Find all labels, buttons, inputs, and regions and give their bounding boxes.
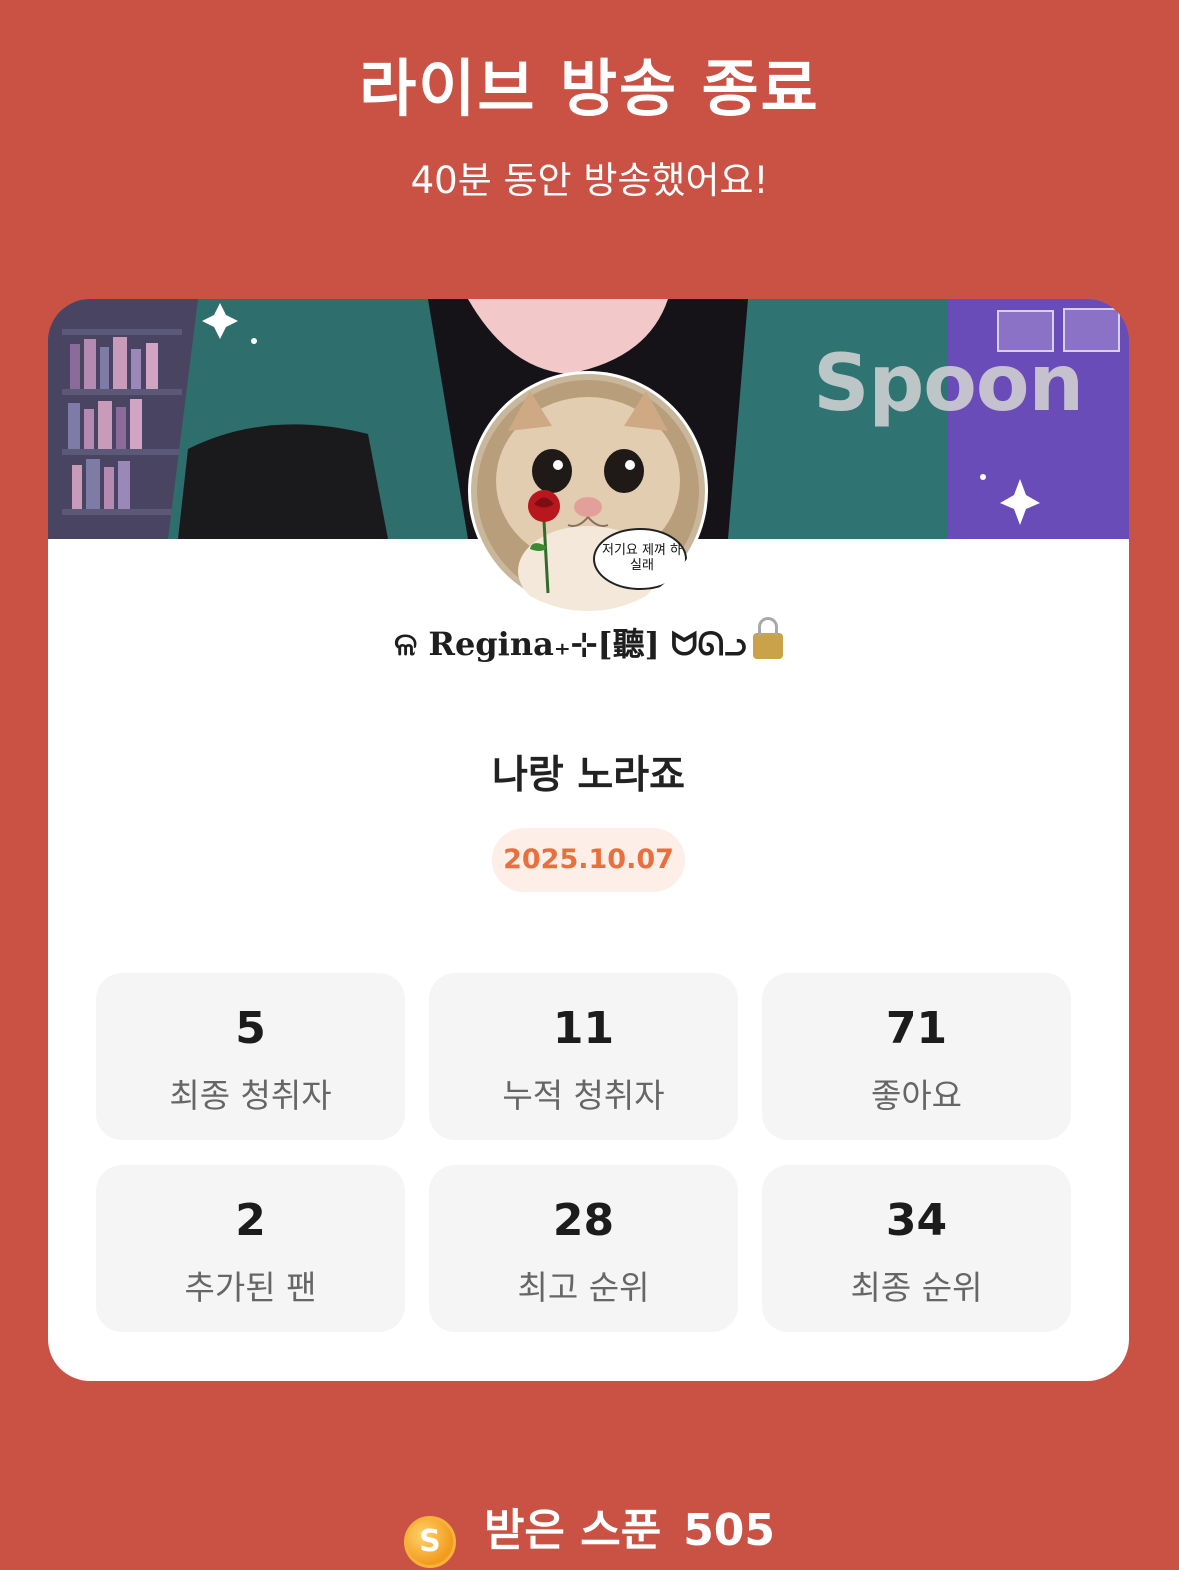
broadcast-title: 나랑 노라죠 <box>492 753 685 798</box>
avatar[interactable]: 저기요 제껴 하실래 <box>468 371 708 611</box>
received-spoons-label: 받은 스푼 <box>483 1505 662 1556</box>
avatar-speech-bubble-text: 저기요 제껴 하실래 <box>601 543 683 573</box>
stat-label: 최종 청취자 <box>169 1076 332 1115</box>
broadcast-summary-card: Spoon 저기요 제껴 하실래 ଳ Regina₊⊹[聽] ᗢᘏᓗ 나랑 노라… <box>48 299 1129 1381</box>
spoon-coin-icon: S <box>403 1516 456 1568</box>
stat-final-listeners: 5 최종 청취자 <box>96 973 405 1140</box>
stat-final-rank: 34 최종 순위 <box>762 1165 1071 1332</box>
stat-value: 5 <box>235 1003 266 1054</box>
stat-value: 11 <box>552 1003 615 1054</box>
spoon-logo: Spoon <box>813 339 1084 429</box>
stat-label: 누적 청취자 <box>502 1076 665 1115</box>
stat-new-fans: 2 추가된 팬 <box>96 1165 405 1332</box>
stat-total-listeners: 11 누적 청취자 <box>429 973 738 1140</box>
streamer-name-text: ଳ Regina₊⊹[聽] ᗢᘏᓗ <box>394 625 747 663</box>
broadcast-duration-text: 40분 동안 방송했어요! <box>410 159 769 202</box>
stat-label: 추가된 팬 <box>184 1268 317 1307</box>
stat-label: 최고 순위 <box>517 1268 650 1307</box>
stat-value: 2 <box>235 1195 266 1246</box>
stats-grid: 5 최종 청취자 11 누적 청취자 71 좋아요 2 추가된 팬 28 최고 … <box>96 973 1071 1332</box>
stat-value: 28 <box>552 1195 615 1246</box>
received-spoons-count: 505 <box>683 1505 776 1556</box>
stat-best-rank: 28 최고 순위 <box>429 1165 738 1332</box>
stat-value: 34 <box>885 1195 948 1246</box>
page-title: 라이브 방송 종료 <box>359 52 820 125</box>
received-spoons: S 받은 스푼 505 <box>0 1494 1179 1568</box>
lock-icon <box>752 617 783 659</box>
stat-label: 최종 순위 <box>850 1268 983 1307</box>
streamer-name[interactable]: ଳ Regina₊⊹[聽] ᗢᘏᓗ <box>48 617 1129 665</box>
broadcast-date-badge: 2025.10.07 <box>492 828 685 892</box>
stat-value: 71 <box>885 1003 948 1054</box>
stat-label: 좋아요 <box>870 1076 963 1115</box>
stat-likes: 71 좋아요 <box>762 973 1071 1140</box>
